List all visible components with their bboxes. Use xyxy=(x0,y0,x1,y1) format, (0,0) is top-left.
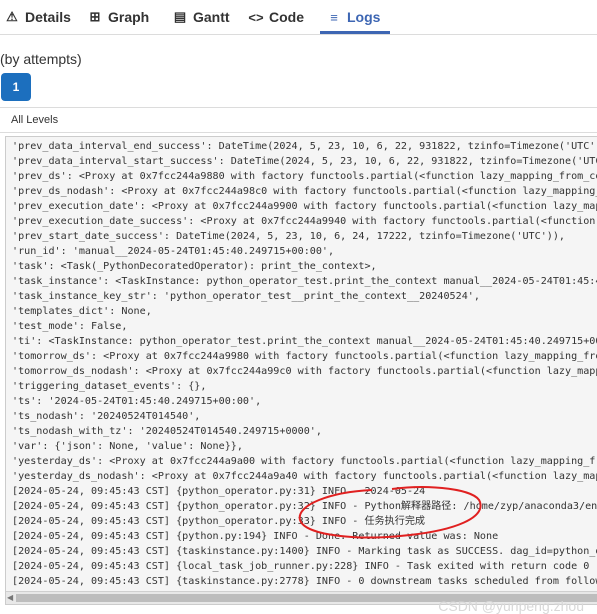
warning-triangle-icon: ⚠ xyxy=(6,9,18,24)
code-icon: <> xyxy=(248,9,264,25)
log-line: 'ti': <TaskInstance: python_operator_tes… xyxy=(12,336,597,347)
tab-gantt[interactable]: ▤ Gantt xyxy=(172,6,230,28)
log-line: 'yesterday_ds_nodash': <Proxy at 0x7fcc2… xyxy=(12,471,597,482)
log-line: 'run_id': 'manual__2024-05-24T01:45:40.2… xyxy=(12,246,335,257)
log-line: 'tomorrow_ds_nodash': <Proxy at 0x7fcc24… xyxy=(12,366,597,377)
log-viewer: 'prev_data_interval_end_success': DateTi… xyxy=(5,136,597,605)
tab-bar: ⚠ Details ⊞ Graph ▤ Gantt <> Code ≡ Logs xyxy=(0,0,597,35)
graph-icon: ⊞ xyxy=(89,9,101,24)
log-line: 'task': <Task(_PythonDecoratedOperator):… xyxy=(12,261,377,272)
log-line: [2024-05-24, 09:45:43 CST] {python_opera… xyxy=(12,501,597,512)
log-line: 'ts_nodash_with_tz': '20240524T014540.24… xyxy=(12,426,322,437)
log-line: 'ts_nodash': '20240524T014540', xyxy=(12,411,201,422)
log-line: 'prev_data_interval_end_success': DateTi… xyxy=(12,141,597,152)
log-line: 'templates_dict': None, xyxy=(12,306,152,317)
attempts-label: (by attempts) xyxy=(0,51,82,67)
tab-details-label: Details xyxy=(25,9,71,25)
tab-code[interactable]: <> Code xyxy=(248,6,304,28)
log-line: 'prev_ds_nodash': <Proxy at 0x7fcc244a98… xyxy=(12,186,597,197)
log-line: [2024-05-24, 09:45:43 CST] {python_opera… xyxy=(12,516,426,527)
log-line: 'task_instance': <TaskInstance: python_o… xyxy=(12,276,597,287)
tab-gantt-label: Gantt xyxy=(193,9,230,25)
tab-logs-label: Logs xyxy=(347,9,381,25)
log-line: 'tomorrow_ds': <Proxy at 0x7fcc244a9980 … xyxy=(12,351,597,362)
log-line: 'prev_execution_date_success': <Proxy at… xyxy=(12,216,597,227)
gantt-icon: ▤ xyxy=(173,9,187,24)
log-line: [2024-05-24, 09:45:43 CST] {local_task_j… xyxy=(12,561,590,572)
log-line: 'prev_data_interval_start_success': Date… xyxy=(12,156,597,167)
log-line: 'var': {'json': None, 'value': None}}, xyxy=(12,441,243,452)
tab-logs[interactable]: ≡ Logs xyxy=(319,6,391,34)
scroll-left-icon[interactable]: ◀ xyxy=(7,593,15,603)
log-lines: 'prev_data_interval_end_success': DateTi… xyxy=(12,139,597,589)
log-line: 'prev_start_date_success': DateTime(2024… xyxy=(12,231,566,242)
log-line: 'triggering_dataset_events': {}, xyxy=(12,381,207,392)
log-level-select[interactable]: All Levels xyxy=(0,107,597,133)
watermark: CSDN @yunpeng.zhou xyxy=(438,598,584,614)
log-line: 'prev_ds': <Proxy at 0x7fcc244a9880 with… xyxy=(12,171,597,182)
log-line: [2024-05-24, 09:45:43 CST] {python.py:19… xyxy=(12,531,499,542)
log-line: 'ts': '2024-05-24T01:45:40.249715+00:00'… xyxy=(12,396,262,407)
log-line: [2024-05-24, 09:45:43 CST] {python_opera… xyxy=(12,486,426,497)
log-line: 'yesterday_ds': <Proxy at 0x7fcc244a9a00… xyxy=(12,456,597,467)
tab-graph[interactable]: ⊞ Graph xyxy=(87,6,150,28)
tab-graph-label: Graph xyxy=(108,9,150,25)
tab-details[interactable]: ⚠ Details xyxy=(4,6,71,28)
attempt-1-button[interactable]: 1 xyxy=(1,73,31,101)
log-line: [2024-05-24, 09:45:43 CST] {taskinstance… xyxy=(12,576,597,587)
tab-code-label: Code xyxy=(269,9,304,25)
list-icon: ≡ xyxy=(330,9,338,25)
log-line: 'prev_execution_date': <Proxy at 0x7fcc2… xyxy=(12,201,597,212)
log-line: [2024-05-24, 09:45:43 CST] {taskinstance… xyxy=(12,546,597,557)
log-line: 'task_instance_key_str': 'python_operato… xyxy=(12,291,480,302)
log-line: 'test_mode': False, xyxy=(12,321,128,332)
